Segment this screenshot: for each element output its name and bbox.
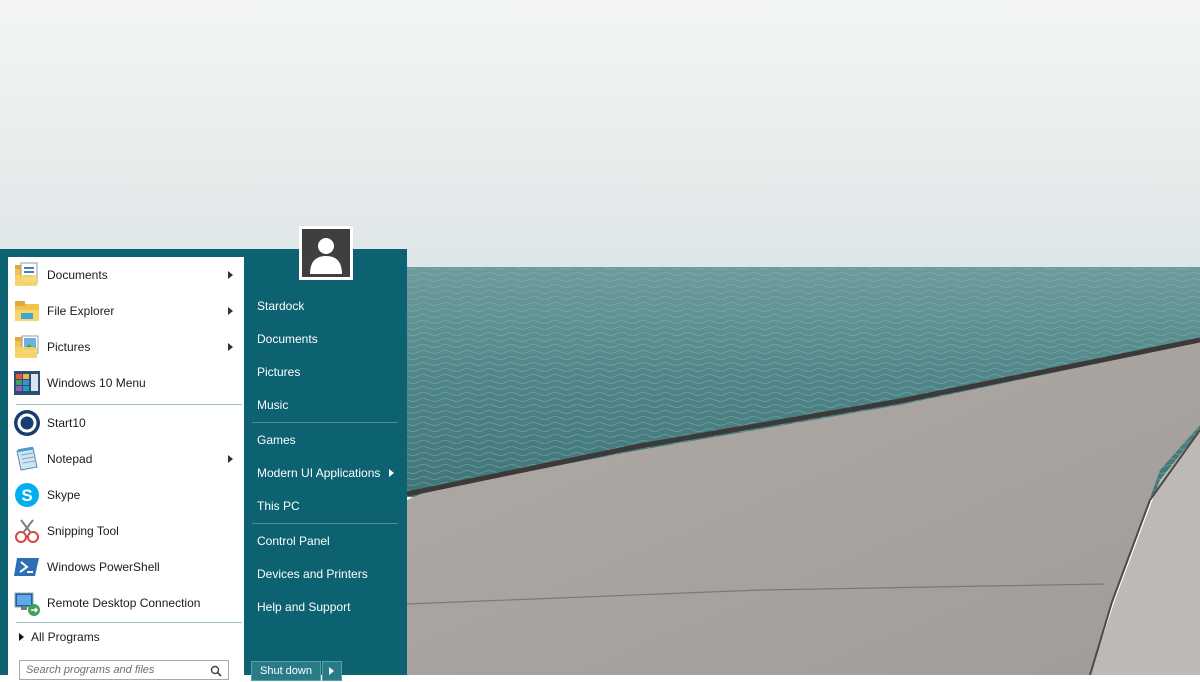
search-box[interactable] (19, 660, 229, 680)
pinned-item-windows-10-menu[interactable]: Windows 10 Menu (8, 366, 244, 400)
right-item-this-pc[interactable]: This PC (249, 491, 399, 521)
submenu-arrow-icon (228, 271, 233, 279)
right-item-control-panel[interactable]: Control Panel (249, 526, 399, 556)
right-item-label: Devices and Printers (257, 567, 368, 581)
user-avatar[interactable] (299, 226, 353, 280)
right-item-label: Pictures (257, 365, 301, 379)
user-name: Stardock (257, 299, 305, 313)
program-item-skype[interactable]: S Skype (8, 478, 244, 512)
program-item-snipping-tool[interactable]: Snipping Tool (8, 514, 244, 548)
program-item-label: Snipping Tool (47, 524, 119, 538)
right-item-label: This PC (257, 499, 300, 513)
right-item-devices-and-printers[interactable]: Devices and Printers (249, 559, 399, 589)
right-item-music[interactable]: Music (249, 390, 399, 420)
documents-folder-icon (13, 261, 41, 289)
right-item-label: Documents (257, 332, 318, 346)
programs-pane: Documents File Explorer Pictures Windows… (8, 257, 244, 680)
right-separator (252, 422, 398, 423)
menu-separator (16, 622, 242, 623)
skype-icon: S (13, 481, 41, 509)
submenu-arrow-icon (228, 343, 233, 351)
shutdown-options-button[interactable] (321, 661, 342, 681)
shutdown-button[interactable]: Shut down (251, 661, 321, 681)
program-item-label: Skype (47, 488, 81, 502)
right-item-help-and-support[interactable]: Help and Support (249, 592, 399, 622)
submenu-arrow-icon (228, 307, 233, 315)
right-item-modern-ui-applications[interactable]: Modern UI Applications (249, 458, 399, 488)
right-item-label: Control Panel (257, 534, 330, 548)
all-programs-label: All Programs (31, 630, 100, 644)
user-name-link[interactable]: Stardock (249, 291, 399, 321)
program-item-label: Windows PowerShell (47, 560, 160, 574)
submenu-arrow-icon (228, 455, 233, 463)
program-item-remote-desktop-connection[interactable]: Remote Desktop Connection (8, 586, 244, 620)
remote-desktop-icon (13, 589, 41, 617)
program-item-start10[interactable]: Start10 (8, 406, 244, 440)
pinned-item-documents[interactable]: Documents (8, 258, 244, 292)
search-input[interactable] (26, 662, 206, 678)
pinned-item-label: Windows 10 Menu (47, 376, 146, 390)
program-item-label: Remote Desktop Connection (47, 596, 201, 610)
shutdown-group: Shut down (251, 661, 342, 681)
pinned-item-label: Pictures (47, 340, 91, 354)
pictures-folder-icon (13, 333, 41, 361)
pinned-item-file-explorer[interactable]: File Explorer (8, 294, 244, 328)
right-item-label: Help and Support (257, 600, 351, 614)
right-item-documents[interactable]: Documents (249, 324, 399, 354)
powershell-icon (13, 553, 41, 581)
pinned-item-pictures[interactable]: Pictures (8, 330, 244, 364)
svg-text:S: S (21, 486, 32, 505)
pinned-item-label: File Explorer (47, 304, 115, 318)
submenu-arrow-icon (389, 469, 394, 477)
snipping-tool-icon (13, 517, 41, 545)
file-explorer-icon (13, 297, 41, 325)
expand-arrow-icon (19, 633, 24, 641)
program-item-notepad[interactable]: Notepad (8, 442, 244, 476)
right-item-label: Music (257, 398, 289, 412)
program-item-label: Notepad (47, 452, 93, 466)
all-programs-button[interactable]: All Programs (8, 627, 244, 647)
windows-10-menu-icon (13, 369, 41, 397)
notepad-icon (13, 445, 41, 473)
program-item-windows-powershell[interactable]: Windows PowerShell (8, 550, 244, 584)
right-separator (252, 523, 398, 524)
pinned-item-label: Documents (47, 268, 108, 282)
right-item-games[interactable]: Games (249, 425, 399, 455)
menu-separator (16, 404, 242, 405)
user-silhouette-icon (302, 229, 350, 277)
right-item-label: Games (257, 433, 296, 447)
program-item-label: Start10 (47, 416, 86, 430)
chevron-right-icon (328, 667, 334, 675)
search-icon[interactable] (210, 664, 222, 682)
right-item-label: Modern UI Applications (257, 466, 381, 480)
start10-icon (13, 409, 41, 437)
right-item-pictures[interactable]: Pictures (249, 357, 399, 387)
